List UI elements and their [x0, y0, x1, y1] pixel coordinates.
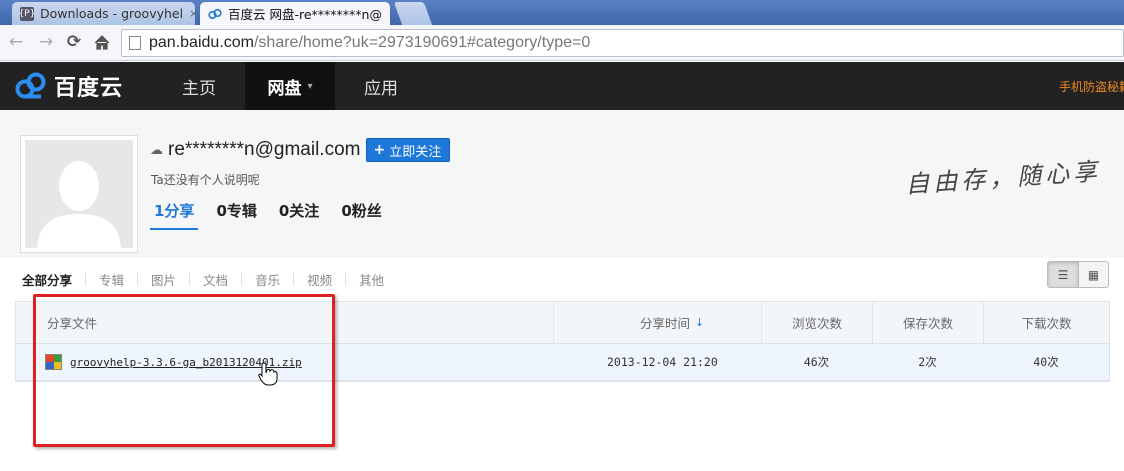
username-row: ☁ re********n@gmail.com + 立即关注	[150, 137, 451, 163]
arrow-down-icon: ↓	[695, 316, 705, 329]
browser-toolbar: ← → ⟳ pan.baidu.com/share/home?uk=297319…	[0, 25, 1124, 61]
new-tab-button[interactable]	[393, 2, 433, 25]
follow-label: 立即关注	[389, 144, 442, 160]
baidu-cloud-logo[interactable]: 百度云	[14, 70, 123, 102]
column-header-views: 浏览次数	[761, 302, 872, 343]
browser-tab-downloads[interactable]: {P} Downloads - groovyhel ×	[12, 2, 195, 25]
promo-link[interactable]: 手机防盗秘籍	[1059, 78, 1124, 95]
url-path: /share/home?uk=2973190691#category/type=…	[253, 34, 591, 51]
column-header-saves: 保存次数	[872, 302, 983, 343]
tab-label: 百度云 网盘-re********n@	[228, 7, 382, 22]
nav-home[interactable]: 主页	[155, 62, 243, 110]
list-view-icon[interactable]: ☰	[1048, 262, 1078, 287]
column-header-time[interactable]: 分享时间 ↓	[553, 302, 761, 343]
address-bar[interactable]: pan.baidu.com/share/home?uk=2973190691#c…	[121, 29, 1124, 57]
url-text: pan.baidu.com/share/home?uk=2973190691#c…	[149, 34, 590, 52]
reload-icon[interactable]: ⟳	[64, 32, 84, 52]
stat-shares[interactable]: 1分享	[150, 196, 199, 230]
divider	[293, 273, 295, 285]
divider	[189, 273, 191, 285]
view-toggle: ☰ ▦	[1047, 261, 1109, 288]
category-video[interactable]: 视频	[307, 270, 332, 289]
arrow-left-icon[interactable]: ←	[6, 32, 26, 52]
downloads-favicon-icon: {P}	[18, 6, 36, 21]
user-bio: Ta还没有个人说明呢	[151, 173, 260, 187]
stat-following[interactable]: 0关注	[275, 196, 323, 230]
column-header-downloads: 下载次数	[983, 302, 1109, 343]
category-all[interactable]: 全部分享	[22, 270, 72, 289]
stat-fans[interactable]: 0粉丝	[337, 196, 385, 230]
nav-label: 网盘	[267, 78, 302, 99]
divider	[241, 273, 243, 285]
logo-text: 百度云	[54, 76, 124, 101]
nav-netdisk[interactable]: 网盘 ▾	[245, 62, 335, 110]
category-albums[interactable]: 专辑	[99, 270, 124, 289]
page-icon	[129, 36, 141, 50]
time-cell: 2013-12-04 21:20	[607, 355, 718, 369]
grid-view-icon[interactable]: ▦	[1077, 262, 1108, 287]
close-icon[interactable]: ×	[183, 7, 195, 20]
url-host: pan.baidu.com	[149, 34, 254, 51]
downloads-cell: 40次	[1033, 355, 1059, 369]
category-documents[interactable]: 文档	[203, 270, 228, 289]
category-tabs: 全部分享 专辑 图片 文档 音乐 视频 其他	[22, 270, 384, 289]
profile-stats: 1分享 0专辑 0关注 0粉丝	[150, 196, 400, 230]
saves-cell: 2次	[918, 355, 937, 369]
default-avatar-icon	[25, 140, 133, 248]
arrow-right-icon[interactable]: →	[36, 32, 56, 52]
category-music[interactable]: 音乐	[255, 270, 280, 289]
stat-albums[interactable]: 0专辑	[212, 196, 260, 230]
browser-tab-baidu[interactable]: 百度云 网盘-re********n@ ×	[200, 2, 390, 25]
tab-label: Downloads - groovyhel	[40, 6, 184, 21]
plus-icon: +	[373, 142, 386, 158]
follow-button[interactable]: + 立即关注	[366, 138, 451, 162]
divider	[85, 273, 87, 285]
highlight-box	[33, 294, 335, 447]
nav-label: 主页	[182, 78, 216, 99]
close-icon[interactable]: ×	[382, 7, 390, 20]
baidu-cloud-favicon-icon	[208, 7, 222, 21]
chevron-down-icon: ▾	[307, 80, 313, 92]
baidu-cloud-logo-icon	[15, 72, 46, 99]
views-cell: 46次	[803, 355, 830, 369]
category-other[interactable]: 其他	[359, 270, 384, 289]
divider	[137, 273, 139, 285]
nav-label: 应用	[364, 78, 398, 99]
divider	[345, 273, 347, 285]
baidu-user-icon: ☁	[150, 142, 163, 158]
site-header: 百度云 主页 网盘 ▾ 应用 手机防盗秘籍	[0, 62, 1124, 110]
browser-tab-bar: {P} Downloads - groovyhel × 百度云 网盘-re***…	[0, 0, 1124, 25]
username: re********n@gmail.com	[168, 139, 361, 160]
avatar	[20, 135, 138, 253]
home-icon[interactable]	[92, 32, 112, 52]
nav-apps[interactable]: 应用	[337, 62, 425, 110]
category-images[interactable]: 图片	[151, 270, 176, 289]
